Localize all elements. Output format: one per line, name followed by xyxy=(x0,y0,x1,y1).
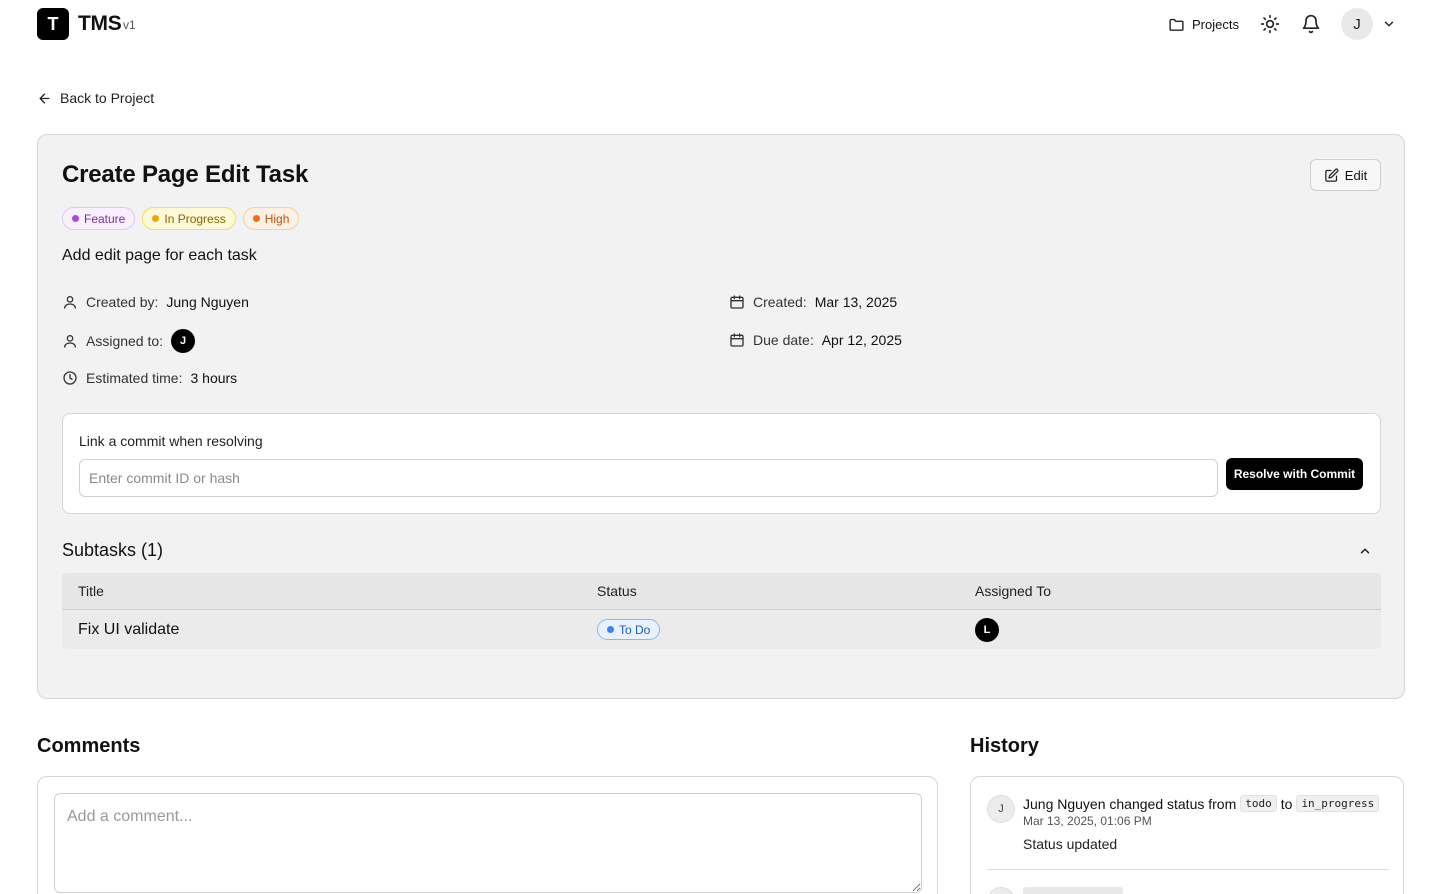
user-icon xyxy=(62,333,78,349)
app-name: TMS xyxy=(78,12,122,35)
app-logo[interactable]: T xyxy=(37,8,69,40)
calendar-icon xyxy=(729,294,745,310)
history-to-word: to xyxy=(1280,795,1293,812)
estimated-label: Estimated time: xyxy=(86,370,183,386)
notifications-bell-icon[interactable] xyxy=(1300,13,1322,35)
logo-letter: T xyxy=(47,13,59,34)
folder-icon xyxy=(1168,16,1185,33)
subtask-assignee-cell: L xyxy=(975,610,999,649)
calendar-icon xyxy=(729,332,745,348)
user-avatar[interactable]: J xyxy=(1341,8,1373,40)
table-row[interactable]: Fix UI validate To Do L xyxy=(62,610,1381,649)
projects-nav-link[interactable]: Projects xyxy=(1168,14,1239,34)
theme-toggle-sun-icon[interactable] xyxy=(1259,13,1281,35)
subtask-status-cell: To Do xyxy=(597,610,661,649)
history-to-status: in_progress xyxy=(1296,795,1380,812)
status-badge-label: In Progress xyxy=(164,211,226,226)
history-timestamp: Mar 13, 2025, 01:06 PM xyxy=(1023,814,1152,828)
priority-dot xyxy=(252,215,260,222)
task-badges: Feature In Progress High xyxy=(62,207,300,230)
comments-heading: Comments xyxy=(37,735,141,757)
due-label: Due date: xyxy=(753,332,814,348)
priority-badge-label: High xyxy=(264,211,290,226)
app-version: v1 xyxy=(123,18,136,32)
edit-icon xyxy=(1324,168,1339,183)
created-label: Created: xyxy=(753,294,807,310)
assignee-avatar[interactable]: J xyxy=(171,329,196,353)
task-title: Create Page Edit Task xyxy=(62,161,309,188)
user-initial: J xyxy=(1353,15,1361,33)
assigned-to-label: Assigned to: xyxy=(86,333,164,349)
history-avatar xyxy=(987,887,1015,894)
subtasks-heading[interactable]: Subtasks (1) xyxy=(62,540,163,561)
projects-label: Projects xyxy=(1192,16,1239,32)
estimated-value: 3 hours xyxy=(190,370,238,386)
back-to-project-link[interactable]: Back to Project xyxy=(37,90,154,106)
history-heading: History xyxy=(970,735,1039,757)
column-assigned-to: Assigned To xyxy=(975,583,1052,599)
estimated-time-row: Estimated time: 3 hours xyxy=(62,370,237,386)
created-by-row: Created by: Jung Nguyen xyxy=(62,294,249,310)
subtask-status-badge: To Do xyxy=(597,619,661,640)
subtask-status-label: To Do xyxy=(619,622,651,637)
commit-panel: Link a commit when resolving Resolve wit… xyxy=(62,413,1381,514)
due-value: Apr 12, 2025 xyxy=(821,332,902,348)
type-dot xyxy=(72,215,79,222)
history-text: Jung Nguyen changed status from xyxy=(1023,795,1237,812)
status-badge: In Progress xyxy=(142,207,236,230)
resolve-with-commit-button[interactable]: Resolve with Commit xyxy=(1226,458,1363,490)
table-header: Title Status Assigned To xyxy=(62,573,1381,610)
task-description: Add edit page for each task xyxy=(62,247,257,264)
comments-panel xyxy=(37,776,938,894)
arrow-left-icon xyxy=(37,91,52,106)
priority-badge: High xyxy=(242,207,300,230)
history-message: Status updated xyxy=(1023,836,1118,852)
created-date-row: Created: Mar 13, 2025 xyxy=(729,294,897,310)
status-dot xyxy=(607,626,614,633)
back-label: Back to Project xyxy=(60,90,155,106)
history-from-status: todo xyxy=(1240,795,1277,812)
type-badge-label: Feature xyxy=(84,211,126,226)
type-badge: Feature xyxy=(62,207,136,230)
history-divider xyxy=(987,869,1389,870)
chevron-up-icon[interactable] xyxy=(1358,544,1374,560)
status-dot xyxy=(152,215,160,222)
clock-icon xyxy=(62,370,78,386)
history-entry-text: Jung Nguyen changed status from todo to … xyxy=(1023,795,1380,812)
created-by-value: Jung Nguyen xyxy=(166,294,249,310)
chevron-down-icon[interactable] xyxy=(1381,16,1397,32)
due-date-row: Due date: Apr 12, 2025 xyxy=(729,332,902,348)
column-title: Title xyxy=(78,583,104,599)
created-value: Mar 13, 2025 xyxy=(814,294,898,310)
commit-label: Link a commit when resolving xyxy=(79,433,263,449)
history-panel: J Jung Nguyen changed status from todo t… xyxy=(970,776,1404,894)
user-icon xyxy=(62,294,78,310)
history-entry-text xyxy=(1023,887,1123,894)
created-by-label: Created by: xyxy=(86,294,159,310)
commit-input[interactable] xyxy=(79,459,1218,497)
subtask-title[interactable]: Fix UI validate xyxy=(78,610,179,649)
comment-textarea[interactable] xyxy=(54,793,922,893)
column-status: Status xyxy=(597,583,637,599)
history-avatar: J xyxy=(987,795,1015,823)
subtasks-table: Title Status Assigned To Fix UI validate… xyxy=(62,573,1381,649)
edit-label: Edit xyxy=(1344,167,1368,183)
assigned-to-row: Assigned to: J xyxy=(62,329,196,353)
task-card: Create Page Edit Task Edit Feature In Pr… xyxy=(37,134,1405,699)
edit-button[interactable]: Edit xyxy=(1310,159,1381,191)
subtask-assignee-avatar[interactable]: L xyxy=(975,617,999,642)
